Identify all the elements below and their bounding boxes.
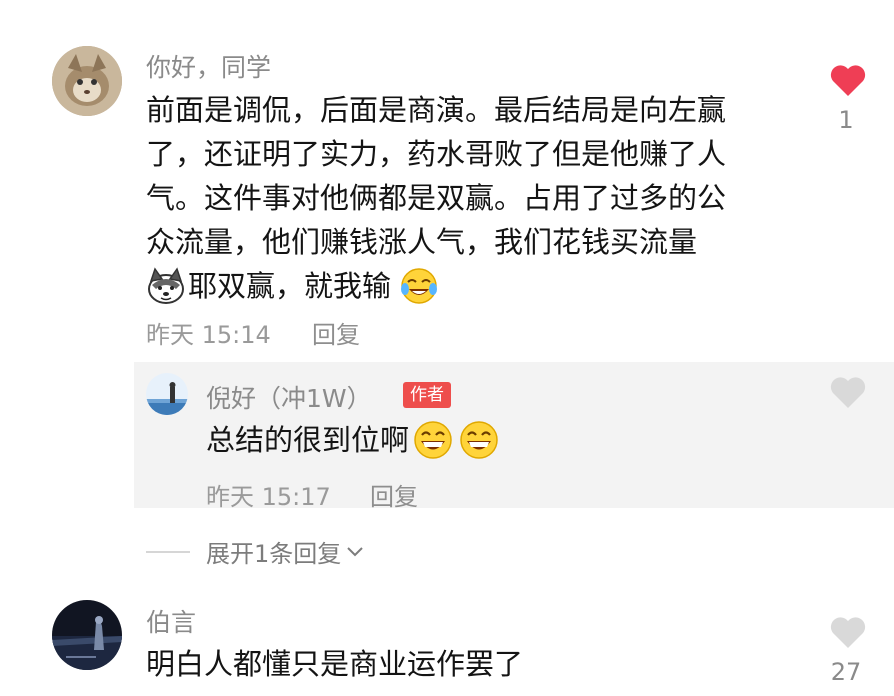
comment-text: 明白人都懂只是商业运作罢了	[146, 647, 524, 681]
author-badge: 作者	[403, 382, 451, 408]
reply-button[interactable]: 回复	[312, 315, 360, 350]
heart-icon	[830, 65, 866, 96]
grin-emoji-icon	[413, 420, 453, 460]
avatar[interactable]	[146, 373, 188, 415]
reply-time: 昨天 15:17	[206, 483, 331, 511]
comment-line: 气。这件事对他俩都是双赢。占用了过多的公	[146, 181, 727, 215]
comment-line: 了，还证明了实力，药水哥败了但是他赚了人	[146, 137, 727, 171]
reply-username[interactable]: 倪好（冲1W）	[206, 379, 372, 415]
comment-body: 前面是调侃，后面是商演。最后结局是向左赢 了，还证明了实力，药水哥败了但是他赚了…	[146, 88, 806, 308]
divider	[146, 550, 190, 553]
comment-line: 前面是调侃，后面是商演。最后结局是向左赢	[146, 93, 727, 127]
heart-icon	[830, 377, 866, 408]
comment-line: 耶双赢，就我输	[188, 269, 392, 303]
expand-replies-label: 展开1条回复	[206, 540, 342, 568]
expand-replies[interactable]: 展开1条回复	[146, 534, 365, 569]
husky-emoji-icon	[146, 267, 186, 305]
avatar[interactable]	[52, 46, 122, 116]
comment-line-with-emoji: 耶双赢，就我输	[146, 264, 806, 308]
like-button[interactable]: 27	[826, 614, 870, 686]
comment-time: 昨天 15:14	[146, 321, 271, 349]
avatar[interactable]	[52, 600, 122, 670]
like-count: 1	[838, 106, 854, 134]
reply-body: 总结的很到位啊	[206, 418, 499, 462]
comment-username[interactable]: 你好，同学	[146, 48, 271, 84]
comment-line: 众流量，他们赚钱涨人气，我们花钱买流量	[146, 225, 698, 259]
comment-username[interactable]: 伯言	[146, 603, 196, 639]
laugh-cry-emoji-icon	[399, 267, 439, 305]
reply-button[interactable]: 回复	[370, 477, 418, 512]
heart-icon	[830, 617, 866, 648]
like-count: 27	[830, 658, 862, 686]
like-button[interactable]: 1	[826, 62, 870, 134]
like-button[interactable]	[826, 374, 870, 414]
reply-text: 总结的很到位啊	[206, 423, 410, 457]
chevron-down-icon	[347, 546, 363, 556]
grin-emoji-icon	[459, 420, 499, 460]
